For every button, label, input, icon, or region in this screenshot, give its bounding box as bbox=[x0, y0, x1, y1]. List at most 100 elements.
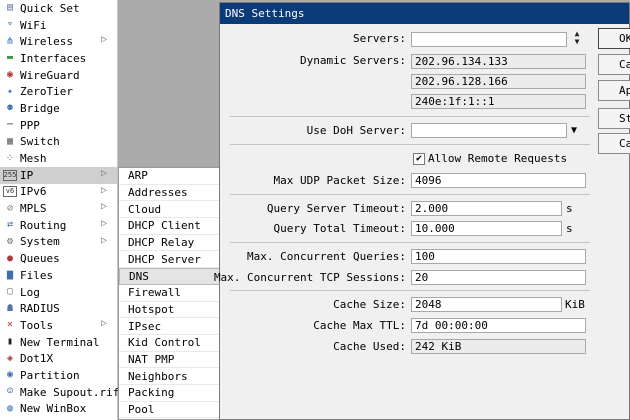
doh-server-input[interactable] bbox=[411, 123, 567, 138]
separator bbox=[230, 242, 590, 243]
sidebar-item-label: ZeroTier bbox=[20, 85, 73, 99]
sidebar-item-log[interactable]: ▢ Log bbox=[0, 284, 117, 301]
query-total-timeout-unit: s bbox=[566, 222, 573, 235]
sidebar-item-ip[interactable]: 255 IP ▷ bbox=[0, 166, 117, 184]
sidebar-item-label: Switch bbox=[20, 135, 60, 149]
supout-icon: ☺ bbox=[6, 386, 14, 398]
sidebar-item-label: IPv6 bbox=[20, 185, 47, 199]
sidebar-item-partition[interactable]: ◉ Partition bbox=[0, 367, 117, 384]
max-udp-input[interactable]: 4096 bbox=[411, 173, 586, 188]
submenu-arrow-icon: ▷ bbox=[100, 234, 107, 246]
wireguard-icon: ◉ bbox=[6, 69, 14, 81]
sidebar-item-label: Interfaces bbox=[20, 51, 87, 65]
servers-updown-icon[interactable]: ▲ ▼ bbox=[571, 30, 583, 46]
sidebar-item-ppp[interactable]: ⋯ PPP bbox=[0, 117, 117, 134]
sidebar-item-new-winbox[interactable]: ◍ New WinBox bbox=[0, 401, 117, 418]
sidebar-item-new-terminal[interactable]: ▮ New Terminal bbox=[0, 334, 117, 351]
ok-button[interactable]: OK bbox=[598, 28, 630, 49]
sidebar-item-label: Partition bbox=[20, 368, 80, 382]
sidebar-item-label: Bridge bbox=[20, 101, 60, 115]
dynamic-server-field: 202.96.128.166 bbox=[411, 74, 586, 89]
cache-button[interactable]: Cache bbox=[598, 133, 630, 154]
tools-icon: ✕ bbox=[6, 319, 14, 331]
sidebar-item-label: Quick Set bbox=[20, 1, 80, 15]
sidebar-item-label: Mesh bbox=[20, 152, 47, 166]
wifi-icon: ⌔ bbox=[6, 19, 14, 31]
sidebar-item-system[interactable]: ⚙ System ▷ bbox=[0, 234, 117, 251]
sidebar-item-routing[interactable]: ⇄ Routing ▷ bbox=[0, 217, 117, 234]
sidebar-item-bridge[interactable]: ⚉ Bridge bbox=[0, 100, 117, 117]
sidebar-item-mpls[interactable]: ⊘ MPLS ▷ bbox=[0, 200, 117, 217]
sidebar-item-switch[interactable]: ▦ Switch bbox=[0, 134, 117, 151]
sidebar-item-label: System bbox=[20, 235, 60, 249]
sidebar-item-interfaces[interactable]: ▬ Interfaces bbox=[0, 50, 117, 67]
sidebar-item-radius[interactable]: ☗ RADIUS bbox=[0, 300, 117, 317]
sidebar-item-label: Wireless bbox=[20, 35, 73, 49]
sidebar-item-queues[interactable]: ● Queues bbox=[0, 250, 117, 267]
main-menu-sidebar: ▤ Quick Set ⌔ WiFi ⋔ Wireless ▷ ▬ Interfaces ◉ Wir… bbox=[0, 0, 120, 420]
max-concurrent-queries-label: Max. Concurrent Queries: bbox=[247, 250, 406, 263]
sidebar-item-label: Log bbox=[20, 285, 40, 299]
cancel-button[interactable]: Cancel bbox=[598, 54, 630, 75]
cache-max-ttl-input[interactable]: 7d 00:00:00 bbox=[411, 318, 586, 333]
sidebar-item-wireguard[interactable]: ◉ WireGuard bbox=[0, 67, 117, 84]
files-icon: ▆ bbox=[6, 269, 14, 281]
partition-icon: ◉ bbox=[6, 369, 14, 381]
allow-remote-label: Allow Remote Requests bbox=[428, 152, 568, 165]
sidebar-item-quick-set[interactable]: ▤ Quick Set bbox=[0, 0, 117, 17]
terminal-icon: ▮ bbox=[6, 336, 14, 348]
window-titlebar[interactable]: DNS Settings bbox=[220, 3, 629, 24]
sidebar-item-ipv6[interactable]: v6 IPv6 ▷ bbox=[0, 184, 117, 201]
switch-icon: ▦ bbox=[6, 135, 14, 147]
mpls-icon: ⊘ bbox=[6, 202, 14, 214]
cache-used-field: 242 KiB bbox=[411, 339, 586, 354]
interfaces-icon: ▬ bbox=[6, 52, 14, 64]
submenu-arrow-icon: ▷ bbox=[100, 318, 107, 330]
query-server-timeout-unit: s bbox=[566, 202, 573, 215]
doh-dropdown-icon[interactable]: ▼ bbox=[571, 124, 577, 137]
radius-icon: ☗ bbox=[6, 302, 14, 314]
sidebar-item-label: Files bbox=[20, 268, 54, 282]
bridge-icon: ⚉ bbox=[6, 102, 14, 114]
sidebar-item-label: PPP bbox=[20, 118, 40, 132]
sidebar-item-mesh[interactable]: ⁘ Mesh bbox=[0, 150, 117, 167]
cache-size-input[interactable]: 2048 bbox=[411, 297, 562, 312]
cache-size-label: Cache Size: bbox=[333, 298, 406, 311]
ipv6-icon: v6 bbox=[3, 186, 17, 198]
separator bbox=[230, 194, 590, 195]
sidebar-item-label: RADIUS bbox=[20, 302, 60, 316]
apply-button[interactable]: Apply bbox=[598, 80, 630, 101]
sidebar-item-dot1x[interactable]: ◈ Dot1X bbox=[0, 350, 117, 367]
submenu-arrow-icon: ▷ bbox=[100, 167, 107, 179]
sidebar-item-label: WiFi bbox=[20, 18, 47, 32]
max-concurrent-tcp-label: Max. Concurrent TCP Sessions: bbox=[213, 271, 406, 284]
dot1x-icon: ◈ bbox=[6, 352, 14, 364]
servers-input[interactable] bbox=[411, 32, 567, 47]
query-total-timeout-input[interactable]: 10.000 bbox=[411, 221, 562, 236]
doh-server-label: Use DoH Server: bbox=[306, 124, 406, 137]
sidebar-item-label: Routing bbox=[20, 218, 67, 232]
query-server-timeout-input[interactable]: 2.000 bbox=[411, 201, 562, 216]
sidebar-item-files[interactable]: ▆ Files bbox=[0, 267, 117, 284]
sidebar-item-label: Make Supout.rif bbox=[20, 385, 120, 399]
sidebar-item-tools[interactable]: ✕ Tools ▷ bbox=[0, 317, 117, 334]
sidebar-item-wireless[interactable]: ⋔ Wireless ▷ bbox=[0, 33, 117, 50]
max-concurrent-queries-input[interactable]: 100 bbox=[411, 249, 586, 264]
separator bbox=[230, 116, 590, 117]
submenu-arrow-icon: ▷ bbox=[100, 34, 107, 46]
sidebar-item-label: Dot1X bbox=[20, 352, 54, 366]
sidebar-item-label: IP bbox=[20, 168, 34, 182]
quick-set-icon: ▤ bbox=[6, 2, 14, 14]
allow-remote-checkbox[interactable]: ✔ bbox=[413, 153, 425, 165]
cache-max-ttl-label: Cache Max TTL: bbox=[313, 319, 406, 332]
static-button[interactable]: Static bbox=[598, 108, 630, 129]
sidebar-item-make-supout-rif[interactable]: ☺ Make Supout.rif bbox=[0, 384, 120, 401]
cache-size-unit: KiB bbox=[565, 298, 585, 311]
zerotier-icon: ✦ bbox=[6, 85, 14, 97]
sidebar-item-label: Tools bbox=[20, 318, 54, 332]
sidebar-item-zerotier[interactable]: ✦ ZeroTier bbox=[0, 83, 117, 100]
sidebar-item-label: MPLS bbox=[20, 202, 47, 216]
check-icon: ✔ bbox=[415, 153, 423, 164]
sidebar-item-wifi[interactable]: ⌔ WiFi bbox=[0, 17, 117, 34]
max-concurrent-tcp-input[interactable]: 20 bbox=[411, 270, 586, 285]
